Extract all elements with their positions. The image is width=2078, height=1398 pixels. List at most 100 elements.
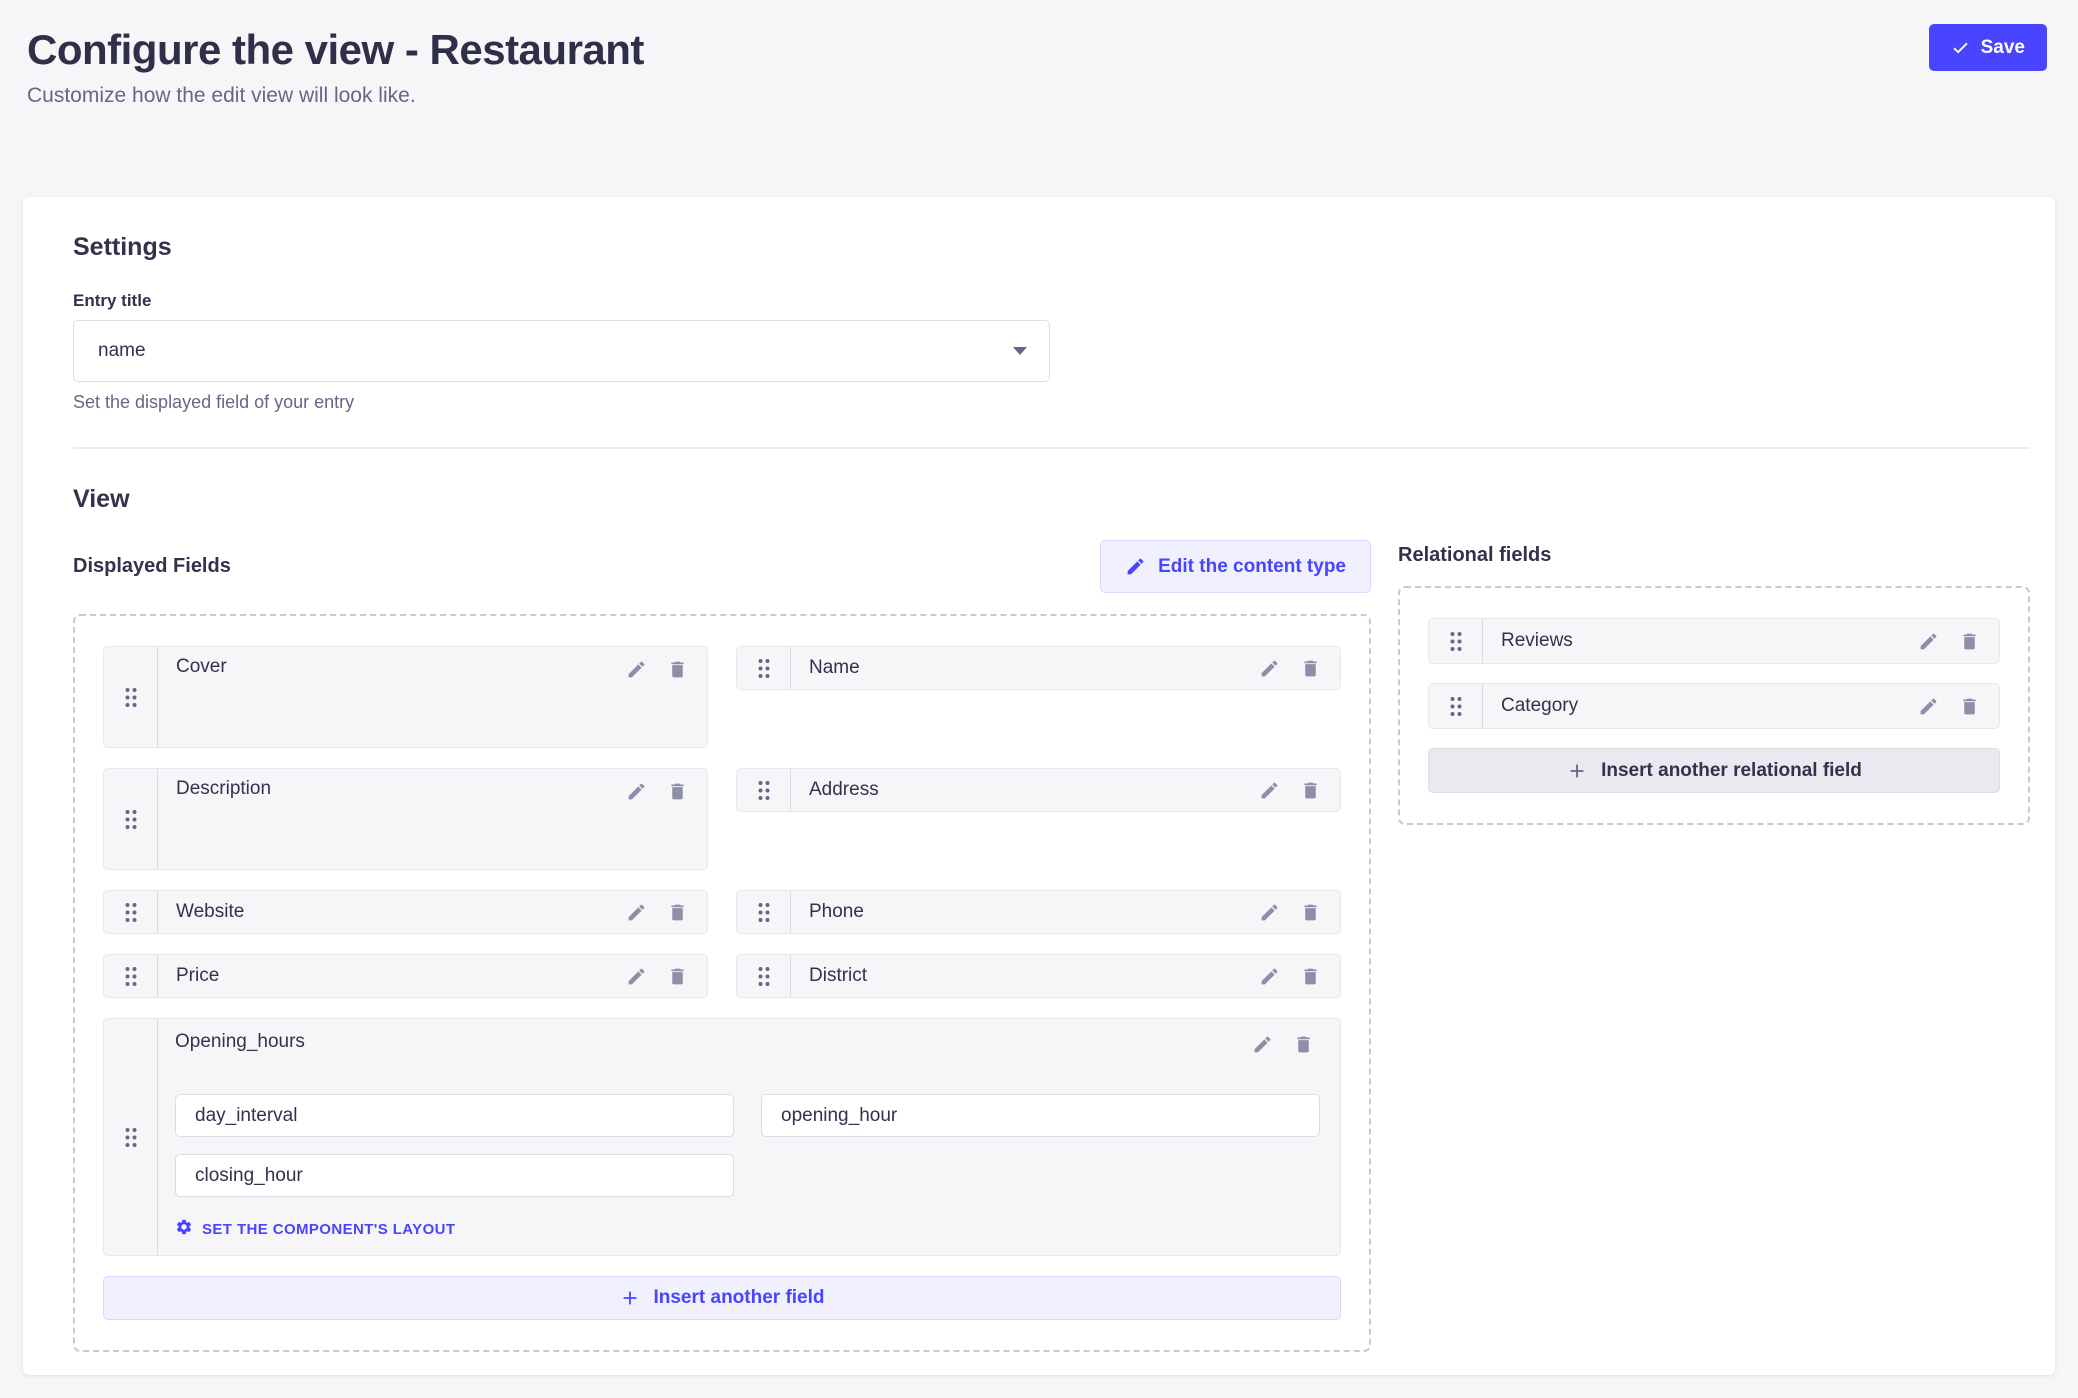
- field-label: Name: [809, 657, 1253, 679]
- trash-icon: [1300, 780, 1321, 801]
- delete-field-button[interactable]: [1294, 655, 1327, 682]
- drag-handle-icon: [1448, 695, 1464, 718]
- drag-handle[interactable]: [1429, 684, 1483, 728]
- entry-title-select[interactable]: name: [73, 320, 1050, 382]
- field-label: Cover: [176, 656, 620, 678]
- edit-field-button[interactable]: [620, 899, 653, 926]
- delete-field-button[interactable]: [1953, 628, 1986, 655]
- displayed-fields-column: Displayed Fields Edit the content type: [73, 514, 1371, 1352]
- field-card-district[interactable]: District: [736, 954, 1341, 998]
- delete-field-button[interactable]: [1287, 1031, 1320, 1058]
- relational-row: Category: [1428, 683, 2000, 729]
- settings-section: Settings Entry title name Set the displa…: [73, 233, 2030, 413]
- edit-field-button[interactable]: [1253, 777, 1286, 804]
- edit-field-button[interactable]: [620, 778, 653, 805]
- pencil-icon: [1918, 631, 1939, 652]
- drag-handle-icon: [123, 1126, 139, 1149]
- set-component-layout-link[interactable]: SET THE COMPONENT'S LAYOUT: [175, 1218, 455, 1240]
- insert-relational-field-button[interactable]: Insert another relational field: [1428, 748, 2000, 793]
- edit-field-button[interactable]: [620, 656, 653, 683]
- delete-field-button[interactable]: [1294, 899, 1327, 926]
- field-card-cover[interactable]: Cover: [103, 646, 708, 748]
- insert-field-button[interactable]: Insert another field: [103, 1276, 1341, 1320]
- delete-field-button[interactable]: [661, 778, 694, 805]
- displayed-fields-container: Cover Nam: [73, 614, 1371, 1352]
- subfield-label: day_interval: [195, 1105, 297, 1127]
- drag-handle[interactable]: [1429, 619, 1483, 663]
- pencil-icon: [1125, 556, 1146, 577]
- gear-icon: [175, 1218, 193, 1240]
- relational-fields-column: Relational fields Reviews: [1398, 514, 2030, 1352]
- drag-handle[interactable]: [104, 891, 158, 933]
- pencil-icon: [1252, 1034, 1273, 1055]
- drag-handle[interactable]: [104, 647, 158, 747]
- field-label: Description: [176, 778, 620, 800]
- edit-field-button[interactable]: [1253, 963, 1286, 990]
- pencil-icon: [1259, 902, 1280, 923]
- field-label: District: [809, 965, 1253, 987]
- delete-field-button[interactable]: [661, 899, 694, 926]
- edit-field-button[interactable]: [1246, 1031, 1279, 1058]
- trash-icon: [667, 902, 688, 923]
- drag-handle[interactable]: [737, 769, 791, 811]
- trash-icon: [1300, 902, 1321, 923]
- edit-field-button[interactable]: [1912, 693, 1945, 720]
- drag-handle-icon: [756, 901, 772, 924]
- page-title: Configure the view - Restaurant: [27, 24, 2048, 76]
- drag-handle[interactable]: [737, 647, 791, 689]
- field-card-phone[interactable]: Phone: [736, 890, 1341, 934]
- displayed-fields-label: Displayed Fields: [73, 555, 231, 578]
- pencil-icon: [1259, 966, 1280, 987]
- edit-field-button[interactable]: [1253, 899, 1286, 926]
- save-button[interactable]: Save: [1929, 24, 2047, 71]
- subfield-label: closing_hour: [195, 1165, 303, 1187]
- delete-field-button[interactable]: [1294, 963, 1327, 990]
- drag-handle-icon: [756, 657, 772, 680]
- delete-field-button[interactable]: [661, 656, 694, 683]
- plus-icon: [1566, 760, 1588, 782]
- relational-fields-label: Relational fields: [1398, 544, 2030, 567]
- edit-field-button[interactable]: [1253, 655, 1286, 682]
- field-card-price[interactable]: Price: [103, 954, 708, 998]
- entry-title-selected-value: name: [98, 340, 146, 362]
- edit-content-type-label: Edit the content type: [1158, 556, 1346, 578]
- field-label: Price: [176, 965, 620, 987]
- field-label: Phone: [809, 901, 1253, 923]
- pencil-icon: [626, 781, 647, 802]
- relational-field-card-reviews[interactable]: Reviews: [1428, 618, 2000, 664]
- edit-field-button[interactable]: [1912, 628, 1945, 655]
- relational-field-card-category[interactable]: Category: [1428, 683, 2000, 729]
- trash-icon: [667, 966, 688, 987]
- drag-handle[interactable]: [104, 769, 158, 869]
- drag-handle-icon: [756, 779, 772, 802]
- save-button-label: Save: [1981, 37, 2025, 59]
- entry-title-label: Entry title: [73, 291, 2030, 311]
- field-card-description[interactable]: Description: [103, 768, 708, 870]
- drag-handle[interactable]: [104, 955, 158, 997]
- page-header: Configure the view - Restaurant Customiz…: [0, 0, 2078, 197]
- delete-field-button[interactable]: [661, 963, 694, 990]
- chevron-down-icon: [1013, 347, 1027, 355]
- component-label: Opening_hours: [175, 1031, 1246, 1053]
- edit-content-type-button[interactable]: Edit the content type: [1100, 540, 1371, 593]
- insert-field-label: Insert another field: [653, 1287, 824, 1309]
- delete-field-button[interactable]: [1294, 777, 1327, 804]
- relational-field-label: Category: [1501, 695, 1912, 717]
- drag-handle[interactable]: [737, 955, 791, 997]
- field-card-name[interactable]: Name: [736, 646, 1341, 690]
- main-card: Settings Entry title name Set the displa…: [23, 197, 2055, 1375]
- delete-field-button[interactable]: [1953, 693, 1986, 720]
- relational-field-label: Reviews: [1501, 630, 1912, 652]
- drag-handle[interactable]: [104, 1019, 158, 1255]
- view-heading: View: [73, 485, 2030, 514]
- edit-field-button[interactable]: [620, 963, 653, 990]
- subfield-label: opening_hour: [781, 1105, 897, 1127]
- component-subfield: closing_hour: [175, 1154, 734, 1197]
- drag-handle-icon: [756, 965, 772, 988]
- trash-icon: [667, 659, 688, 680]
- field-card-address[interactable]: Address: [736, 768, 1341, 812]
- component-card-opening-hours[interactable]: Opening_hours day_interval opening_hour: [103, 1018, 1341, 1256]
- drag-handle[interactable]: [737, 891, 791, 933]
- field-card-website[interactable]: Website: [103, 890, 708, 934]
- trash-icon: [667, 781, 688, 802]
